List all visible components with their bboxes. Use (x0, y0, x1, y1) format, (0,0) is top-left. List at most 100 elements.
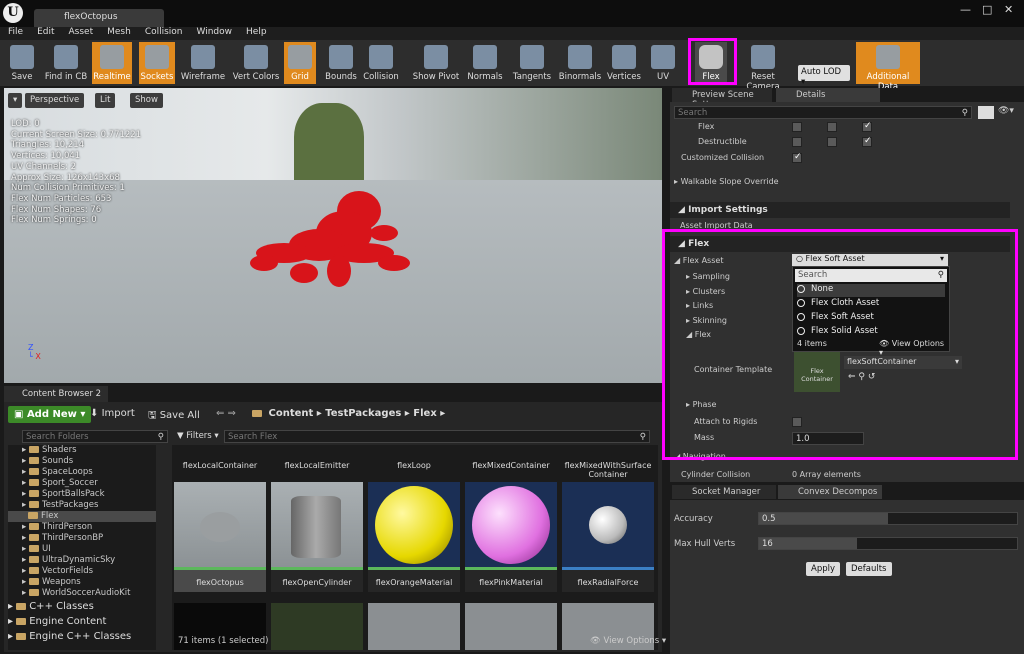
tab-convex-decomposition[interactable]: Convex Decompos (778, 485, 882, 499)
customized-collision-checkbox[interactable] (792, 152, 802, 163)
asset-tile-partial[interactable] (271, 603, 363, 650)
section-import-settings[interactable]: ◢ Import Settings (670, 202, 1010, 218)
menu-help[interactable]: Help (246, 27, 267, 37)
folder-item[interactable]: ▸ Weapons (8, 577, 156, 588)
destructible-checkbox-3[interactable] (862, 136, 872, 147)
folder-item[interactable]: ▸ SportBallsPack (8, 489, 156, 500)
defaults-button[interactable]: Defaults (846, 562, 892, 576)
asset-tile-partial[interactable] (465, 603, 557, 650)
flex-checkbox-1[interactable] (792, 122, 802, 132)
filters-button[interactable]: ▼ Filters ▾ (177, 431, 219, 441)
asset-tile[interactable]: flexOpenCylinder (271, 482, 363, 592)
viewport-menu-button[interactable]: ▾ (8, 93, 23, 108)
folder-item[interactable]: ▸ TestPackages (8, 500, 156, 511)
uv-button[interactable]: UV (648, 42, 678, 84)
nav-back-icon[interactable]: ⇐ ⇒ (216, 408, 236, 419)
lit-button[interactable]: Lit (95, 93, 116, 108)
breadcrumb-flex[interactable]: Flex (413, 408, 437, 419)
add-new-button[interactable]: ▣ Add New ▾ (8, 406, 92, 423)
wireframe-button[interactable]: Wireframe (178, 42, 228, 84)
folder-item[interactable]: ▸ Sounds (8, 456, 156, 467)
asset-tile[interactable]: flexRadialForce (562, 482, 654, 592)
tab-details[interactable]: Details (776, 88, 880, 102)
tab-preview-scene-settings[interactable]: Preview Scene Sett (672, 88, 772, 110)
maximize-icon[interactable]: □ (982, 3, 992, 16)
breadcrumb-testpackages[interactable]: TestPackages (325, 408, 401, 419)
folder-item[interactable]: Flex (8, 511, 156, 522)
perspective-button[interactable]: Perspective (25, 93, 85, 108)
flex-checkbox-2[interactable] (827, 122, 837, 132)
folder-item[interactable]: ▸ SpaceLoops (8, 467, 156, 478)
minimize-icon[interactable]: — (960, 3, 971, 16)
menu-mesh[interactable]: Mesh (107, 27, 131, 37)
menu-collision[interactable]: Collision (145, 27, 183, 37)
max-hull-verts-slider[interactable]: 16 (758, 537, 1018, 550)
asset-tile-top[interactable]: flexLocalEmitter (271, 445, 363, 479)
reset-camera-button[interactable]: Reset Camera (735, 42, 791, 92)
breadcrumb-content[interactable]: Content (268, 408, 313, 419)
folder-label: ThirdPerson (41, 522, 93, 532)
asset-tile[interactable]: flexOrangeMaterial (368, 482, 460, 592)
asset-tile-top[interactable]: flexMixedWithSurface Container (562, 445, 654, 479)
save-all-button[interactable]: 🖫 Save All (148, 408, 200, 425)
class-root-item[interactable]: ▸ C++ Classes (8, 599, 156, 614)
folder-item[interactable]: ▸ ThirdPerson (8, 522, 156, 533)
details-search-input[interactable]: Search ⚲ (674, 106, 972, 119)
bounds-button[interactable]: Bounds (322, 42, 360, 84)
vert-colors-button[interactable]: Vert Colors (230, 42, 282, 84)
folder-item[interactable]: ▸ WorldSoccerAudioKit (8, 588, 156, 599)
folder-item[interactable]: ▸ VectorFields (8, 566, 156, 577)
show-pivot-button[interactable]: Show Pivot (412, 42, 460, 84)
view-options-button[interactable]: 👁 View Options ▾ (590, 636, 666, 646)
asset-tile[interactable]: flexPinkMaterial (465, 482, 557, 592)
asset-tile-partial[interactable] (368, 603, 460, 650)
find-in-cb-button[interactable]: Find in CB (44, 42, 88, 84)
binormals-button[interactable]: Binormals (558, 42, 602, 84)
class-root-item[interactable]: ▸ Engine C++ Classes (8, 629, 156, 644)
apply-button[interactable]: Apply (806, 562, 840, 576)
asset-tile-top[interactable]: flexMixedContainer (465, 445, 557, 479)
folder-item[interactable]: ▸ UltraDynamicSky (8, 555, 156, 566)
normals-button[interactable]: Normals (464, 42, 506, 84)
destructible-checkbox-1[interactable] (792, 137, 802, 147)
grid-button[interactable]: Grid (284, 42, 316, 84)
destructible-checkbox-2[interactable] (827, 137, 837, 147)
document-tab[interactable]: flexOctopus (34, 9, 164, 27)
menu-window[interactable]: Window (197, 27, 233, 37)
content-browser-tab[interactable]: Content Browser 2 (4, 386, 108, 402)
search-folders-input[interactable]: Search Folders ⚲ (22, 430, 168, 443)
realtime-button[interactable]: Realtime (92, 42, 132, 84)
tangents-button[interactable]: Tangents (510, 42, 554, 84)
sockets-button[interactable]: Sockets (139, 42, 175, 84)
lod-select[interactable]: Auto LOD ▾ (798, 65, 850, 87)
menu-edit[interactable]: Edit (37, 27, 54, 37)
eye-icon[interactable]: 👁▾ (998, 106, 1014, 116)
flex-checkbox-3[interactable] (862, 121, 872, 132)
accuracy-slider[interactable]: 0.5 (758, 512, 1018, 525)
asset-tile-top[interactable]: flexLoop (368, 445, 460, 479)
tab-socket-manager[interactable]: Socket Manager (672, 485, 776, 499)
folder-item[interactable]: ▸ UI (8, 544, 156, 555)
close-icon[interactable]: ✕ (1004, 3, 1013, 16)
asset-grid: flexLocalContainer flexLocalEmitter flexLo… (172, 445, 658, 650)
menu-file[interactable]: File (8, 27, 23, 37)
folder-item[interactable]: ▸ ThirdPersonBP (8, 533, 156, 544)
class-root-item[interactable]: ▸ Engine Content (8, 614, 156, 629)
grid-view-icon[interactable] (978, 106, 994, 119)
folder-item[interactable]: ▸ Shaders (8, 445, 156, 456)
viewport[interactable]: ▾ Perspective Lit Show LOD: 0 Current Scr… (4, 88, 662, 383)
folder-item[interactable]: ▸ Sport_Soccer (8, 478, 156, 489)
search-flex-input[interactable]: Search Flex ⚲ (224, 430, 650, 443)
show-button[interactable]: Show (130, 93, 163, 108)
additional-data-button[interactable]: Additional Data (856, 42, 920, 92)
vertices-button[interactable]: Vertices (604, 42, 644, 84)
asset-tile-top[interactable]: flexLocalContainer (174, 445, 266, 479)
content-browser-tab-label: Content Browser 2 (22, 389, 102, 399)
menu-asset[interactable]: Asset (69, 27, 94, 37)
asset-thumbnail (174, 482, 266, 567)
import-button[interactable]: ⬇ Import (90, 408, 135, 419)
collision-button[interactable]: Collision (360, 42, 402, 84)
walkable-slope-row[interactable]: ▸ Walkable Slope Override (674, 177, 779, 186)
save-button[interactable]: Save (4, 42, 40, 84)
asset-tile[interactable]: flexOctopus (174, 482, 266, 592)
